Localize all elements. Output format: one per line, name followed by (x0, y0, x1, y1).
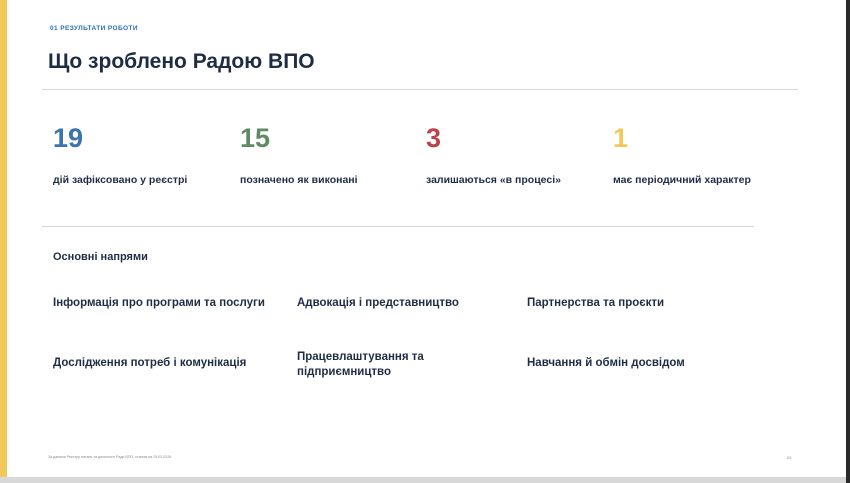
section-label: 01 РЕЗУЛЬТАТИ РОБОТИ (50, 25, 138, 32)
stat-caption: дій зафіксовано у реєстрі (53, 174, 188, 186)
top-divider (42, 89, 798, 90)
window-edge-bottom (0, 477, 846, 483)
stat-periodic: 1 має періодичний характер (613, 122, 751, 186)
accent-bar (0, 0, 7, 477)
middle-divider (42, 226, 754, 227)
direction-item: Партнерства та проєкти (527, 297, 665, 309)
page-number: 05 (787, 455, 792, 460)
stat-caption: залишаються «в процесі» (426, 174, 561, 186)
stat-caption: позначено як виконані (240, 174, 358, 186)
stat-value: 15 (240, 123, 271, 153)
direction-item: Працевлаштування та підприємництво (297, 351, 424, 378)
stat-value: 1 (613, 123, 629, 153)
page-title: Що зроблено Радою ВПО (48, 50, 315, 73)
slide: 01 РЕЗУЛЬТАТИ РОБОТИ Що зроблено Радою В… (0, 0, 846, 477)
direction-item: Навчання й обмін досвідом (527, 357, 685, 369)
direction-item: Адвокація і представництво (297, 297, 459, 309)
direction-item: Дослідження потреб і комунікація (53, 357, 247, 369)
footnote: За даними Реєстру питань та діяльності Р… (48, 455, 172, 459)
stat-value: 19 (53, 123, 84, 153)
direction-item: Інформація про програми та послуги (53, 297, 265, 309)
stat-registered: 19 дій зафіксовано у реєстрі (53, 122, 187, 186)
stat-in-progress: 3 залишаються «в процесі» (426, 122, 561, 186)
window-edge-right (846, 0, 850, 483)
directions-heading: Основні напрями (53, 251, 148, 263)
stat-value: 3 (426, 123, 442, 153)
stat-completed: 15 позначено як виконані (240, 122, 358, 186)
stat-caption: має періодичний характер (613, 174, 751, 186)
